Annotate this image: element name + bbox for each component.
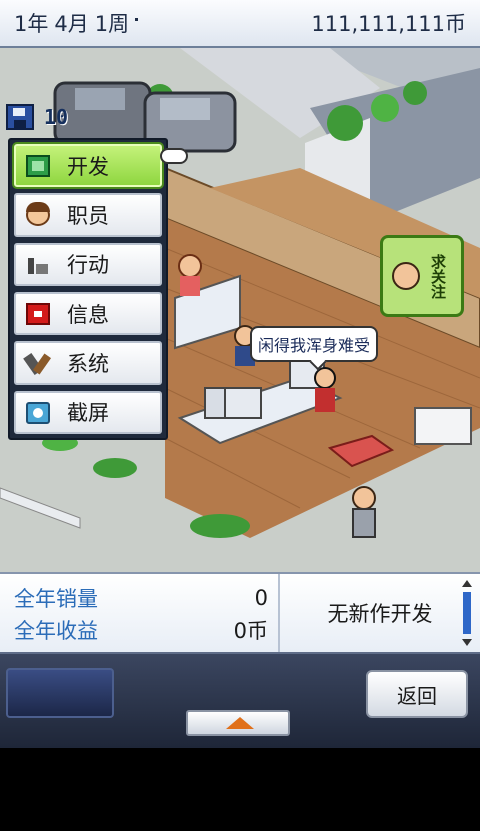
screenshot-camera-icon [26, 401, 50, 424]
action-icon [26, 254, 50, 276]
annual-stats: 全年销量 0 全年收益 0币 [0, 574, 280, 652]
info-mailbox-icon [26, 302, 50, 325]
menu-item-develop[interactable]: 开发 [14, 144, 162, 188]
money-display: 111,111,111币 [311, 12, 466, 36]
menu-item-info[interactable]: 信息 [14, 291, 162, 336]
menu-item-label: 开发 [67, 154, 109, 179]
up-arrow-icon [226, 717, 254, 729]
status-bar: 1年 4月 1周 111,111,111币 [0, 0, 480, 48]
annual-sales-value: 0 [254, 586, 268, 610]
expand-button[interactable] [186, 710, 290, 736]
save-floppy-icon[interactable] [6, 104, 34, 130]
development-status-text: 无新作开发 [327, 602, 433, 626]
back-button[interactable]: 返回 [366, 670, 468, 718]
menu-item-staff[interactable]: 职员 [14, 193, 162, 237]
annual-profit-row: 全年收益 0币 [14, 614, 268, 646]
menu-item-label: 截屏 [67, 401, 109, 426]
visitor-man [352, 486, 376, 538]
save-count: 10 [44, 105, 69, 129]
development-status: 无新作开发 [280, 574, 480, 652]
date-year: 1年 [14, 12, 49, 36]
annual-sales-row: 全年销量 0 [14, 582, 268, 614]
pointer-hand-icon [160, 148, 188, 164]
scroll-down-arrow-icon[interactable] [462, 639, 472, 646]
empty-slot-panel [6, 668, 114, 718]
recruit-badge-text: 求关注 [429, 253, 447, 299]
development-icon [26, 155, 50, 177]
scroll-thumb[interactable] [463, 592, 471, 634]
annual-profit-label: 全年收益 [14, 619, 98, 643]
recruit-badge-avatar-icon [391, 262, 420, 290]
annual-sales-label: 全年销量 [14, 587, 98, 611]
recruit-badge[interactable]: 求关注 [380, 235, 464, 317]
menu-item-action[interactable]: 行动 [14, 242, 162, 286]
annual-info-panel: 全年销量 0 全年收益 0币 无新作开发 [0, 572, 480, 652]
bottom-controls: 返回 [0, 652, 480, 748]
speech-bubble: 闲得我浑身难受 [250, 326, 379, 362]
parked-car-1 [53, 81, 152, 145]
info-scrollbar[interactable] [462, 580, 472, 646]
menu-item-system[interactable]: 系统 [14, 341, 162, 385]
game-date: 1年 4月 1周 [14, 8, 139, 38]
date-month: 4月 [54, 12, 89, 36]
time-dot-indicator [135, 18, 139, 21]
system-tools-icon [26, 352, 50, 374]
menu-item-label: 信息 [67, 302, 109, 327]
date-week: 1周 [94, 12, 130, 36]
menu-item-screenshot[interactable]: 截屏 [14, 390, 162, 434]
save-area[interactable]: 10 [6, 104, 68, 130]
command-menu: 开发 职员 行动 信息 系统 截屏 [8, 138, 168, 440]
staff-icon [26, 202, 50, 227]
menu-item-label: 职员 [67, 203, 109, 228]
menu-item-label: 行动 [67, 253, 109, 278]
scroll-up-arrow-icon[interactable] [462, 580, 472, 587]
staff-member-cap [314, 367, 336, 412]
menu-item-label: 系统 [67, 351, 109, 376]
annual-profit-value: 0币 [233, 619, 268, 643]
